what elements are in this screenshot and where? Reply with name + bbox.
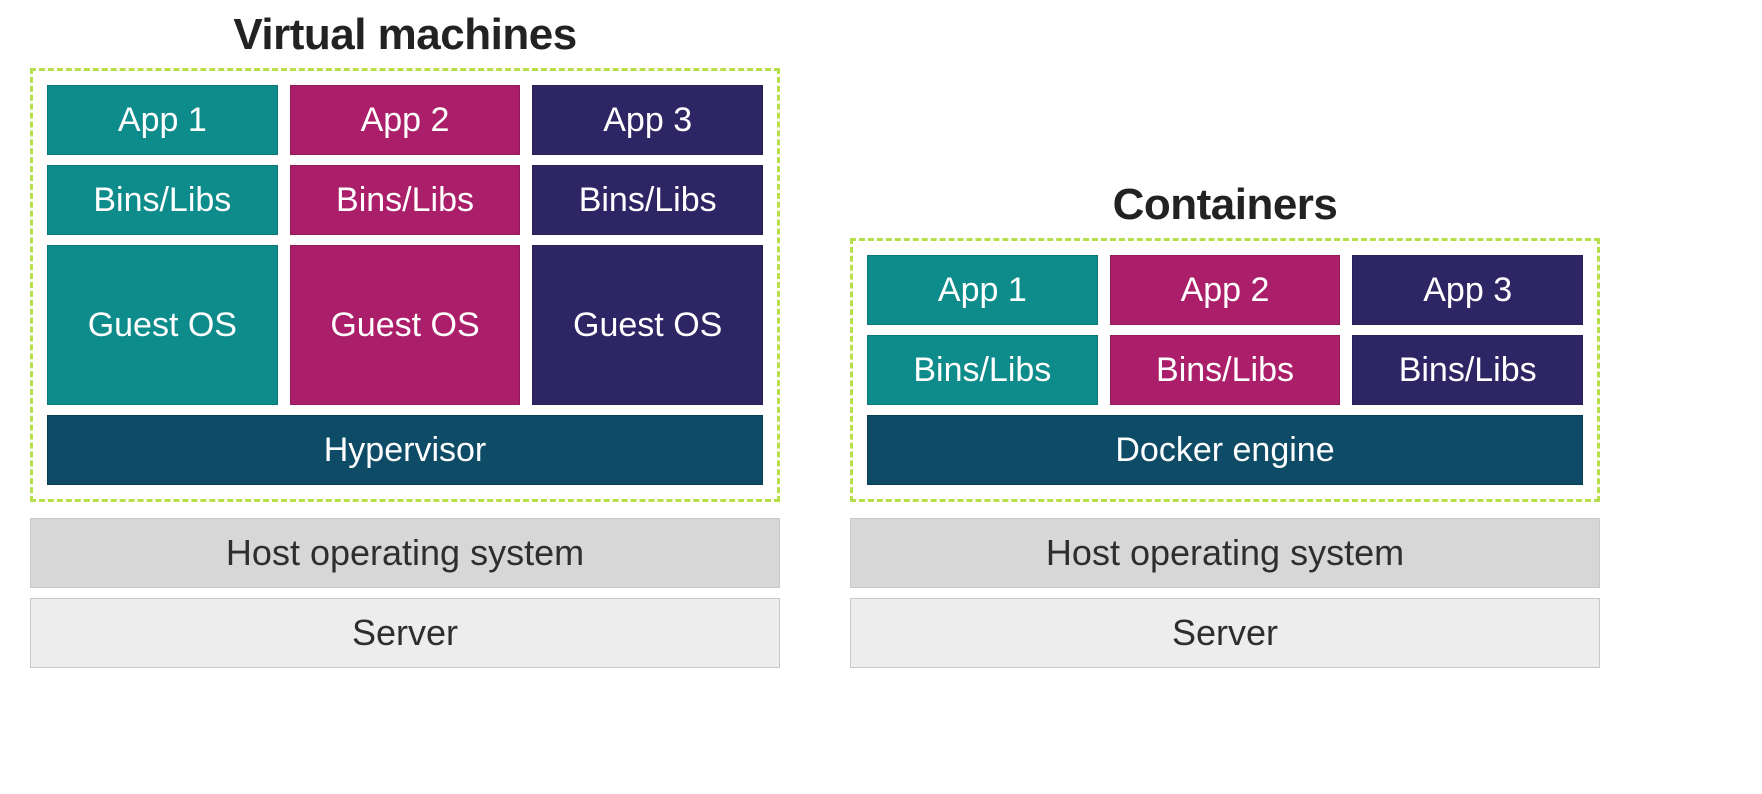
vm-guestos-block: Guest OS: [290, 245, 521, 405]
vm-bins-block: Bins/Libs: [47, 165, 278, 235]
vm-guestos-block: Guest OS: [532, 245, 763, 405]
ct-bins-block: Bins/Libs: [867, 335, 1098, 405]
ct-app-block: App 3: [1352, 255, 1583, 325]
vm-col-1: App 1 Bins/Libs Guest OS: [47, 85, 278, 405]
ct-server-block: Server: [850, 598, 1600, 668]
virtual-machines-stack: Virtual machines App 1 Bins/Libs Guest O…: [30, 10, 780, 668]
vm-app-block: App 1: [47, 85, 278, 155]
vm-server-block: Server: [30, 598, 780, 668]
ct-col-1: App 1 Bins/Libs: [867, 255, 1098, 405]
containers-stack: Containers App 1 Bins/Libs App 2 Bins/Li…: [850, 180, 1600, 668]
vm-host-os-block: Host operating system: [30, 518, 780, 588]
ct-columns: App 1 Bins/Libs App 2 Bins/Libs App 3 Bi…: [867, 255, 1583, 405]
vm-guestos-block: Guest OS: [47, 245, 278, 405]
vm-app-block: App 2: [290, 85, 521, 155]
ct-bins-block: Bins/Libs: [1352, 335, 1583, 405]
ct-app-block: App 2: [1110, 255, 1341, 325]
ct-col-2: App 2 Bins/Libs: [1110, 255, 1341, 405]
ct-host-os-block: Host operating system: [850, 518, 1600, 588]
ct-col-3: App 3 Bins/Libs: [1352, 255, 1583, 405]
vm-col-2: App 2 Bins/Libs Guest OS: [290, 85, 521, 405]
vm-columns: App 1 Bins/Libs Guest OS App 2 Bins/Libs…: [47, 85, 763, 405]
comparison-diagram: Virtual machines App 1 Bins/Libs Guest O…: [0, 0, 1762, 678]
vm-bins-block: Bins/Libs: [532, 165, 763, 235]
vm-col-3: App 3 Bins/Libs Guest OS: [532, 85, 763, 405]
ct-title: Containers: [1113, 180, 1338, 230]
vm-title: Virtual machines: [233, 10, 576, 60]
ct-bins-block: Bins/Libs: [1110, 335, 1341, 405]
ct-app-block: App 1: [867, 255, 1098, 325]
docker-engine-block: Docker engine: [867, 415, 1583, 485]
vm-dashed-container: App 1 Bins/Libs Guest OS App 2 Bins/Libs…: [30, 68, 780, 502]
vm-bins-block: Bins/Libs: [290, 165, 521, 235]
ct-dashed-container: App 1 Bins/Libs App 2 Bins/Libs App 3 Bi…: [850, 238, 1600, 502]
vm-app-block: App 3: [532, 85, 763, 155]
hypervisor-block: Hypervisor: [47, 415, 763, 485]
